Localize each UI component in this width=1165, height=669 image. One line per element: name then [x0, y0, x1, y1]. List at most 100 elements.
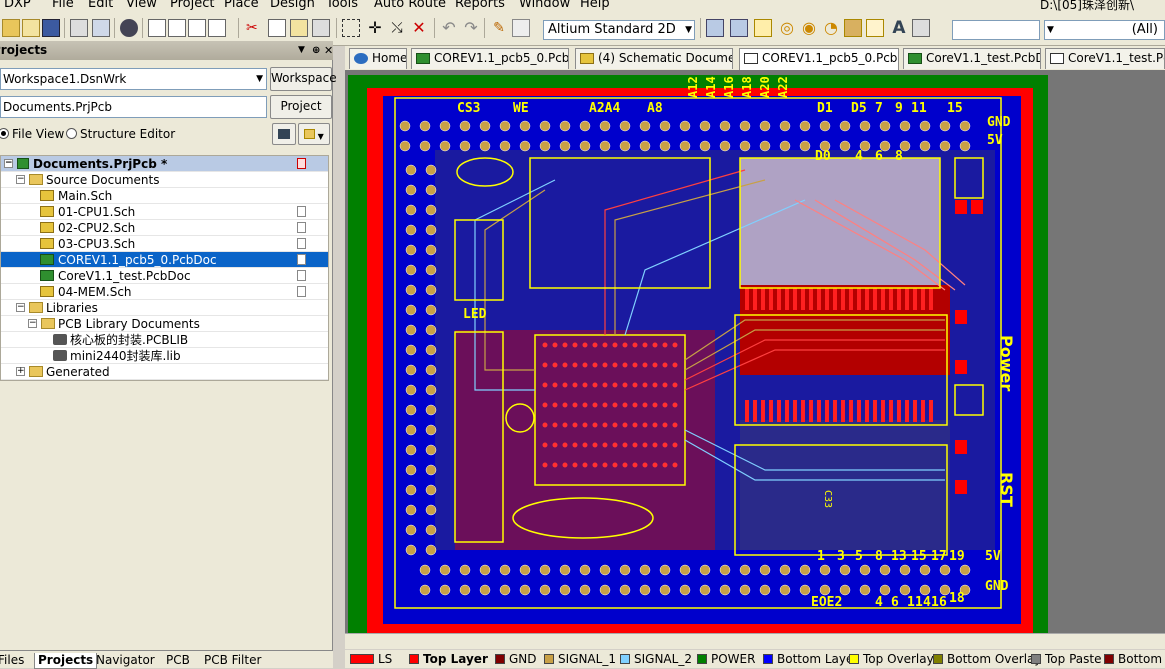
project-menu-button[interactable]: ▼: [298, 123, 330, 145]
clear-icon[interactable]: ✕: [410, 19, 428, 37]
place-array-icon[interactable]: [912, 19, 930, 37]
tree-item-pcb-library-documents[interactable]: − PCB Library Documents: [1, 316, 328, 332]
redo-icon[interactable]: ↷: [462, 19, 480, 37]
menu-auto-route[interactable]: Auto Route: [374, 0, 446, 11]
layer-tab-signal-2[interactable]: SIGNAL_2: [620, 652, 692, 667]
print-preview-icon[interactable]: [92, 19, 110, 37]
place-polygon-icon[interactable]: [866, 19, 884, 37]
menu-file[interactable]: File: [52, 0, 74, 11]
project-field[interactable]: Documents.PrjPcb: [0, 96, 267, 118]
cross-probe-icon[interactable]: ✎: [490, 19, 508, 37]
menu-window[interactable]: Window: [519, 0, 570, 11]
file-view-radio[interactable]: File View: [0, 127, 64, 141]
tree-item-doc[interactable]: 01-CPU1.Sch: [1, 204, 328, 220]
workspace-field[interactable]: Workspace1.DsnWrk ▼: [0, 68, 267, 90]
workspace-button[interactable]: Workspace: [270, 67, 337, 91]
tab-files[interactable]: Files: [0, 653, 24, 669]
layer-tab-power[interactable]: POWER: [697, 652, 755, 667]
zoom-icon[interactable]: [208, 19, 226, 37]
menu-design[interactable]: Design: [270, 0, 315, 11]
menu-help[interactable]: Help: [580, 0, 610, 11]
menu-view[interactable]: View: [126, 0, 157, 11]
project-button[interactable]: Project: [270, 95, 332, 119]
save-icon[interactable]: [42, 19, 60, 37]
tab-pcb[interactable]: PCB: [166, 653, 190, 669]
tab-document[interactable]: CoreV1.1_test.PcbDoc: [1045, 48, 1165, 69]
paste-icon[interactable]: [290, 19, 308, 37]
interactive-route-icon[interactable]: [706, 19, 724, 37]
tree-item-doc[interactable]: 03-CPU3.Sch: [1, 236, 328, 252]
tab-pcb-filter[interactable]: PCB Filter: [204, 653, 261, 669]
layer-set-ls[interactable]: LS: [350, 652, 392, 667]
undo-icon[interactable]: ↶: [440, 19, 458, 37]
tree-item-source-documents[interactable]: − Source Documents: [1, 172, 328, 188]
rubber-stamp-icon[interactable]: [312, 19, 330, 37]
filter-scope-combo[interactable]: ▼ (All): [1044, 20, 1165, 40]
menu-tools[interactable]: Tools: [326, 0, 358, 11]
browse-components-icon[interactable]: [512, 19, 530, 37]
tab-document-active[interactable]: COREV1.1_pcb5_0.PcbDoc: [739, 48, 899, 70]
tree-item-lib[interactable]: mini2440封装库.lib: [1, 348, 328, 364]
layer-tab-bottom-overlay[interactable]: Bottom Overlay: [933, 652, 1041, 667]
tree-item-doc[interactable]: Main.Sch: [1, 188, 328, 204]
layer-tab-bottom-paste[interactable]: Bottom Pa: [1104, 652, 1165, 667]
menu-dxp[interactable]: DXP: [4, 0, 31, 11]
tab-navigator[interactable]: Navigator: [96, 653, 155, 669]
menu-project[interactable]: Project: [170, 0, 214, 11]
place-pad-icon[interactable]: ◎: [778, 19, 796, 37]
collapse-icon[interactable]: −: [16, 175, 25, 184]
deselect-icon[interactable]: ⤯: [388, 19, 406, 37]
route-diff-pair-icon[interactable]: [730, 19, 748, 37]
collapse-icon[interactable]: −: [16, 303, 25, 312]
zoom-fit-icon[interactable]: [148, 19, 166, 37]
view-mode-combo[interactable]: Altium Standard 2D ▼: [543, 20, 695, 40]
menu-place[interactable]: Place: [224, 0, 259, 11]
filter-combo[interactable]: [952, 20, 1040, 40]
tree-item-doc-selected[interactable]: COREV1.1_pcb5_0.PcbDoc: [1, 252, 328, 268]
project-options-button[interactable]: [272, 123, 296, 145]
tab-document[interactable]: COREV1.1_pcb5_0.PcbDoc: [411, 48, 569, 69]
tree-root[interactable]: − Documents.PrjPcb *: [1, 156, 328, 172]
select-area-icon[interactable]: [342, 19, 360, 37]
structure-editor-radio[interactable]: Structure Editor: [66, 127, 175, 141]
menu-edit[interactable]: Edit: [88, 0, 113, 11]
zoom-selected-icon[interactable]: [188, 19, 206, 37]
place-fill-icon[interactable]: [844, 19, 862, 37]
tab-document[interactable]: CoreV1.1_test.PcbDoc: [903, 48, 1041, 69]
place-string-icon[interactable]: A: [890, 19, 908, 37]
layer-tab-top-overlay[interactable]: Top Overlay: [849, 652, 934, 667]
open-folder-icon[interactable]: [2, 19, 20, 37]
pcb-canvas[interactable]: CS3 WE A2A4 A8 D1 D5 7 9 11 15 GND 5V D0…: [345, 70, 1165, 633]
place-line-icon[interactable]: [754, 19, 772, 37]
place-via-icon[interactable]: ◉: [800, 19, 818, 37]
panel-menu-icon[interactable]: ▼: [298, 41, 305, 60]
print-icon[interactable]: [70, 19, 88, 37]
place-arc-icon[interactable]: ◔: [822, 19, 840, 37]
tab-home[interactable]: Home: [349, 48, 407, 69]
tab-projects[interactable]: Projects: [34, 653, 98, 669]
tree-item-doc[interactable]: 02-CPU2.Sch: [1, 220, 328, 236]
horizontal-scrollbar[interactable]: [345, 633, 1165, 649]
device-sheets-icon[interactable]: [120, 19, 138, 37]
tree-item-lib[interactable]: 核心板的封装.PCBLIB: [1, 332, 328, 348]
layer-tab-signal-1[interactable]: SIGNAL_1: [544, 652, 616, 667]
expand-icon[interactable]: +: [16, 367, 25, 376]
pin-icon[interactable]: ⊕: [312, 41, 320, 60]
move-icon[interactable]: ✛: [366, 19, 384, 37]
tree-item-doc[interactable]: 04-MEM.Sch: [1, 284, 328, 300]
layer-tab-gnd[interactable]: GND: [495, 652, 537, 667]
collapse-icon[interactable]: −: [4, 159, 13, 168]
layer-tab-top-layer[interactable]: Top Layer: [409, 652, 488, 667]
close-icon[interactable]: ✕: [324, 41, 333, 60]
tab-document[interactable]: (4) Schematic Document ▼: [575, 48, 733, 69]
copy-icon[interactable]: [268, 19, 286, 37]
tree-item-generated[interactable]: + Generated: [1, 364, 328, 380]
layer-tab-top-paste[interactable]: Top Paste: [1031, 652, 1101, 667]
layer-tab-bottom-layer[interactable]: Bottom Layer: [763, 652, 858, 667]
zoom-area-icon[interactable]: [168, 19, 186, 37]
cut-icon[interactable]: ✂: [246, 19, 264, 37]
tree-item-doc[interactable]: CoreV1.1_test.PcbDoc: [1, 268, 328, 284]
menu-reports[interactable]: Reports: [455, 0, 505, 11]
open-file-icon[interactable]: [22, 19, 40, 37]
tree-item-libraries[interactable]: − Libraries: [1, 300, 328, 316]
